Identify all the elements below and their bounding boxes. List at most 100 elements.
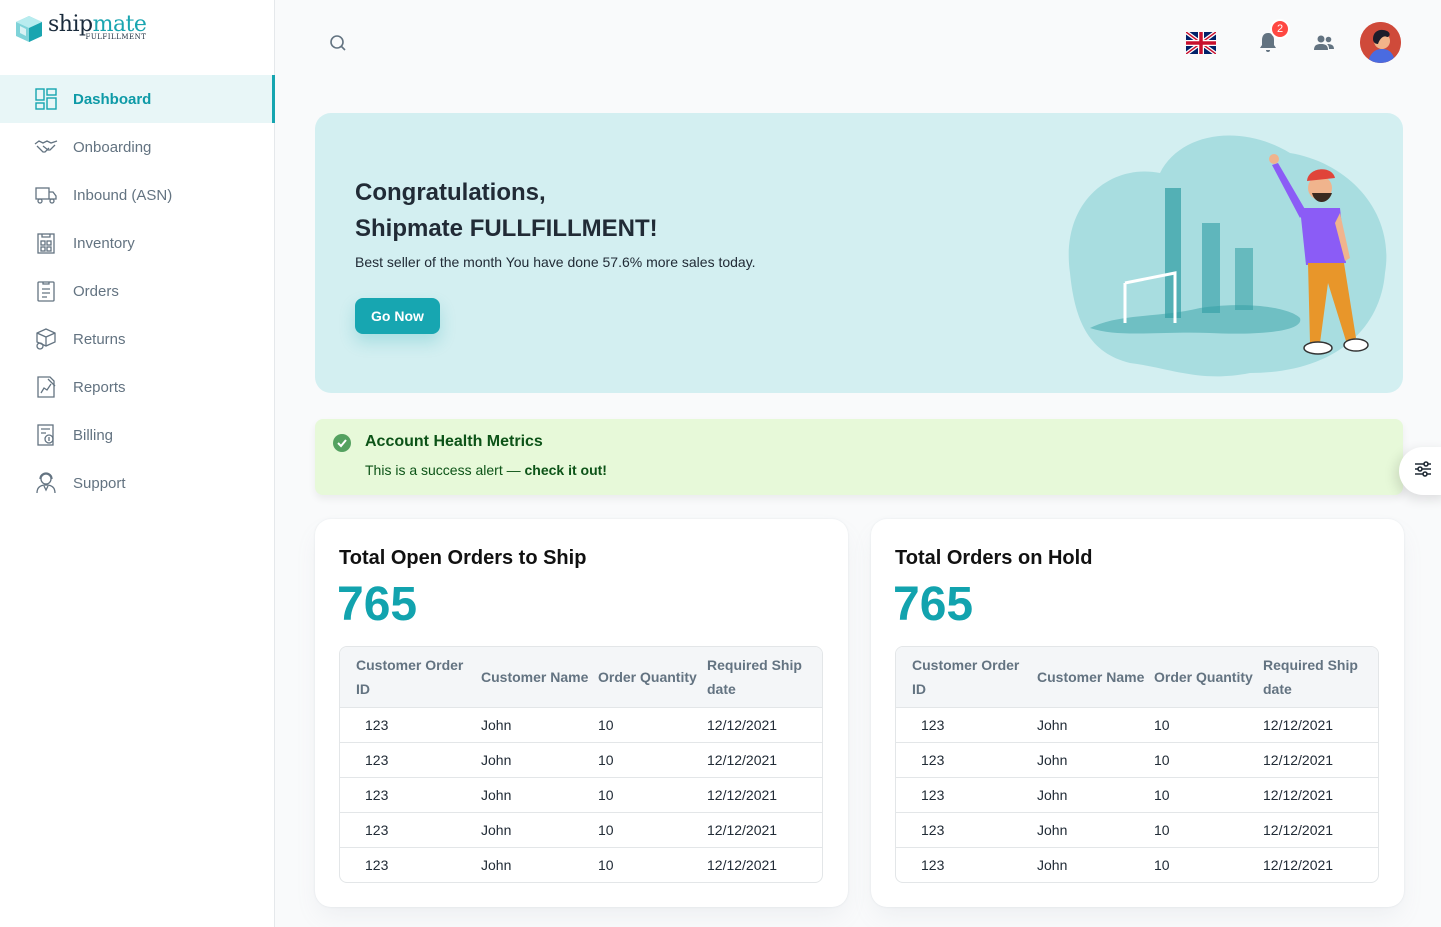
table-row[interactable]: 123 John 10 12/12/2021	[340, 846, 822, 882]
table-header-row: Customer Order ID Customer Name Order Qu…	[896, 647, 1378, 707]
table-cell: 123	[340, 706, 481, 742]
orders-table: Customer Order ID Customer Name Order Qu…	[339, 646, 823, 883]
table-cell: 123	[340, 811, 481, 847]
card-title: Total Orders on Hold	[895, 547, 1093, 569]
table-cell: 123	[340, 846, 481, 882]
table-cell: John	[481, 811, 598, 847]
handshake-icon	[34, 135, 58, 159]
support-agent-icon	[34, 471, 58, 495]
table-cell: 12/12/2021	[1263, 706, 1378, 742]
settings-toggle-button[interactable]	[1399, 447, 1441, 495]
sidebar-nav: Dashboard Onboarding Inbound (ASN) Inven…	[0, 75, 275, 507]
header-actions: 2	[1184, 18, 1401, 63]
table-cell: 10	[1154, 706, 1263, 742]
column-header[interactable]: Order Quantity	[1154, 647, 1263, 707]
sidebar-item-inbound[interactable]: Inbound (ASN)	[0, 171, 275, 219]
column-header[interactable]: Order Quantity	[598, 647, 707, 707]
banner-title: Congratulations, Shipmate FULLFILLMENT!	[355, 179, 658, 242]
table-cell: John	[481, 741, 598, 777]
inventory-icon	[34, 231, 58, 255]
table-row[interactable]: 123 John 10 12/12/2021	[896, 811, 1378, 847]
search-icon[interactable]	[327, 32, 349, 54]
topbar: 2	[275, 0, 1441, 85]
table-cell: 10	[598, 741, 707, 777]
table-header-row: Customer Order ID Customer Name Order Qu…	[340, 647, 822, 707]
table-cell: 12/12/2021	[1263, 811, 1378, 847]
table-cell: John	[1037, 811, 1154, 847]
table-cell: 12/12/2021	[707, 741, 822, 777]
truck-icon	[34, 183, 58, 207]
table-cell: 12/12/2021	[1263, 776, 1378, 812]
table-cell: 123	[896, 811, 1037, 847]
table-row[interactable]: 123 John 10 12/12/2021	[896, 846, 1378, 882]
table-cell: 12/12/2021	[707, 811, 822, 847]
table-cell: John	[1037, 706, 1154, 742]
table-cell: 12/12/2021	[1263, 741, 1378, 777]
welcome-banner: Congratulations, Shipmate FULLFILLMENT! …	[315, 113, 1403, 393]
sidebar-item-label: Onboarding	[73, 138, 152, 156]
table-cell: 123	[340, 741, 481, 777]
logo[interactable]: shipmate FULFILLMENT	[14, 14, 147, 44]
celebration-illustration	[1068, 135, 1387, 377]
go-now-button[interactable]: Go Now	[355, 298, 440, 334]
sidebar-item-orders[interactable]: Orders	[0, 267, 275, 315]
returns-icon	[34, 327, 58, 351]
report-icon	[34, 375, 58, 399]
table-row[interactable]: 123 John 10 12/12/2021	[340, 741, 822, 777]
sidebar-item-billing[interactable]: Billing	[0, 411, 275, 459]
orders-table: Customer Order ID Customer Name Order Qu…	[895, 646, 1379, 883]
uk-flag-icon[interactable]	[1184, 29, 1218, 56]
card-value: 765	[337, 578, 418, 631]
table-row[interactable]: 123 John 10 12/12/2021	[340, 811, 822, 847]
notification-bell-icon[interactable]: 2	[1256, 18, 1290, 55]
sidebar-item-label: Inbound (ASN)	[73, 186, 173, 204]
column-header[interactable]: Customer Order ID	[896, 647, 1037, 707]
box-logo-icon	[16, 16, 42, 42]
table-row[interactable]: 123 John 10 12/12/2021	[896, 741, 1378, 777]
table-cell: 10	[598, 811, 707, 847]
check-circle-icon	[332, 433, 352, 453]
table-cell: John	[481, 776, 598, 812]
table-row[interactable]: 123 John 10 12/12/2021	[340, 776, 822, 812]
table-cell: John	[1037, 741, 1154, 777]
sidebar-item-onboarding[interactable]: Onboarding	[0, 123, 275, 171]
sidebar-item-label: Returns	[73, 330, 126, 348]
table-row[interactable]: 123 John 10 12/12/2021	[896, 776, 1378, 812]
alert-message: This is a success alert — check it out!	[365, 462, 607, 478]
sidebar-item-returns[interactable]: Returns	[0, 315, 275, 363]
sidebar-item-label: Dashboard	[73, 90, 152, 108]
table-cell: John	[481, 846, 598, 882]
sidebar-item-dashboard[interactable]: Dashboard	[0, 75, 275, 123]
sidebar-item-reports[interactable]: Reports	[0, 363, 275, 411]
open-orders-card: Total Open Orders to Ship 765 Customer O…	[315, 519, 848, 907]
table-cell: 12/12/2021	[707, 706, 822, 742]
column-header[interactable]: Required Ship date	[1263, 647, 1378, 707]
sidebar-item-inventory[interactable]: Inventory	[0, 219, 275, 267]
table-cell: 123	[896, 741, 1037, 777]
column-header[interactable]: Customer Name	[481, 647, 598, 707]
table-cell: John	[481, 706, 598, 742]
column-header[interactable]: Customer Order ID	[340, 647, 481, 707]
table-cell: 10	[1154, 776, 1263, 812]
notification-count-badge: 2	[1270, 18, 1290, 39]
orders-on-hold-card: Total Orders on Hold 765 Customer Order …	[871, 519, 1404, 907]
sidebar-item-support[interactable]: Support	[0, 459, 275, 507]
column-header[interactable]: Customer Name	[1037, 647, 1154, 707]
table-cell: John	[1037, 846, 1154, 882]
table-cell: John	[1037, 776, 1154, 812]
column-header[interactable]: Required Ship date	[707, 647, 822, 707]
table-row[interactable]: 123 John 10 12/12/2021	[896, 706, 1378, 742]
banner-subtitle: Best seller of the month You have done 5…	[355, 254, 756, 270]
sidebar-item-label: Reports	[73, 378, 126, 396]
user-avatar[interactable]	[1360, 22, 1401, 63]
contacts-icon[interactable]	[1312, 31, 1336, 55]
clipboard-icon	[34, 279, 58, 303]
sidebar-item-label: Billing	[73, 426, 114, 444]
dashboard-icon	[34, 87, 58, 111]
card-title: Total Open Orders to Ship	[339, 547, 587, 569]
table-row[interactable]: 123 John 10 12/12/2021	[340, 706, 822, 742]
billing-icon	[34, 423, 58, 447]
alert-link[interactable]: check it out!	[525, 462, 607, 478]
sliders-icon	[1413, 459, 1433, 484]
table-cell: 10	[598, 846, 707, 882]
